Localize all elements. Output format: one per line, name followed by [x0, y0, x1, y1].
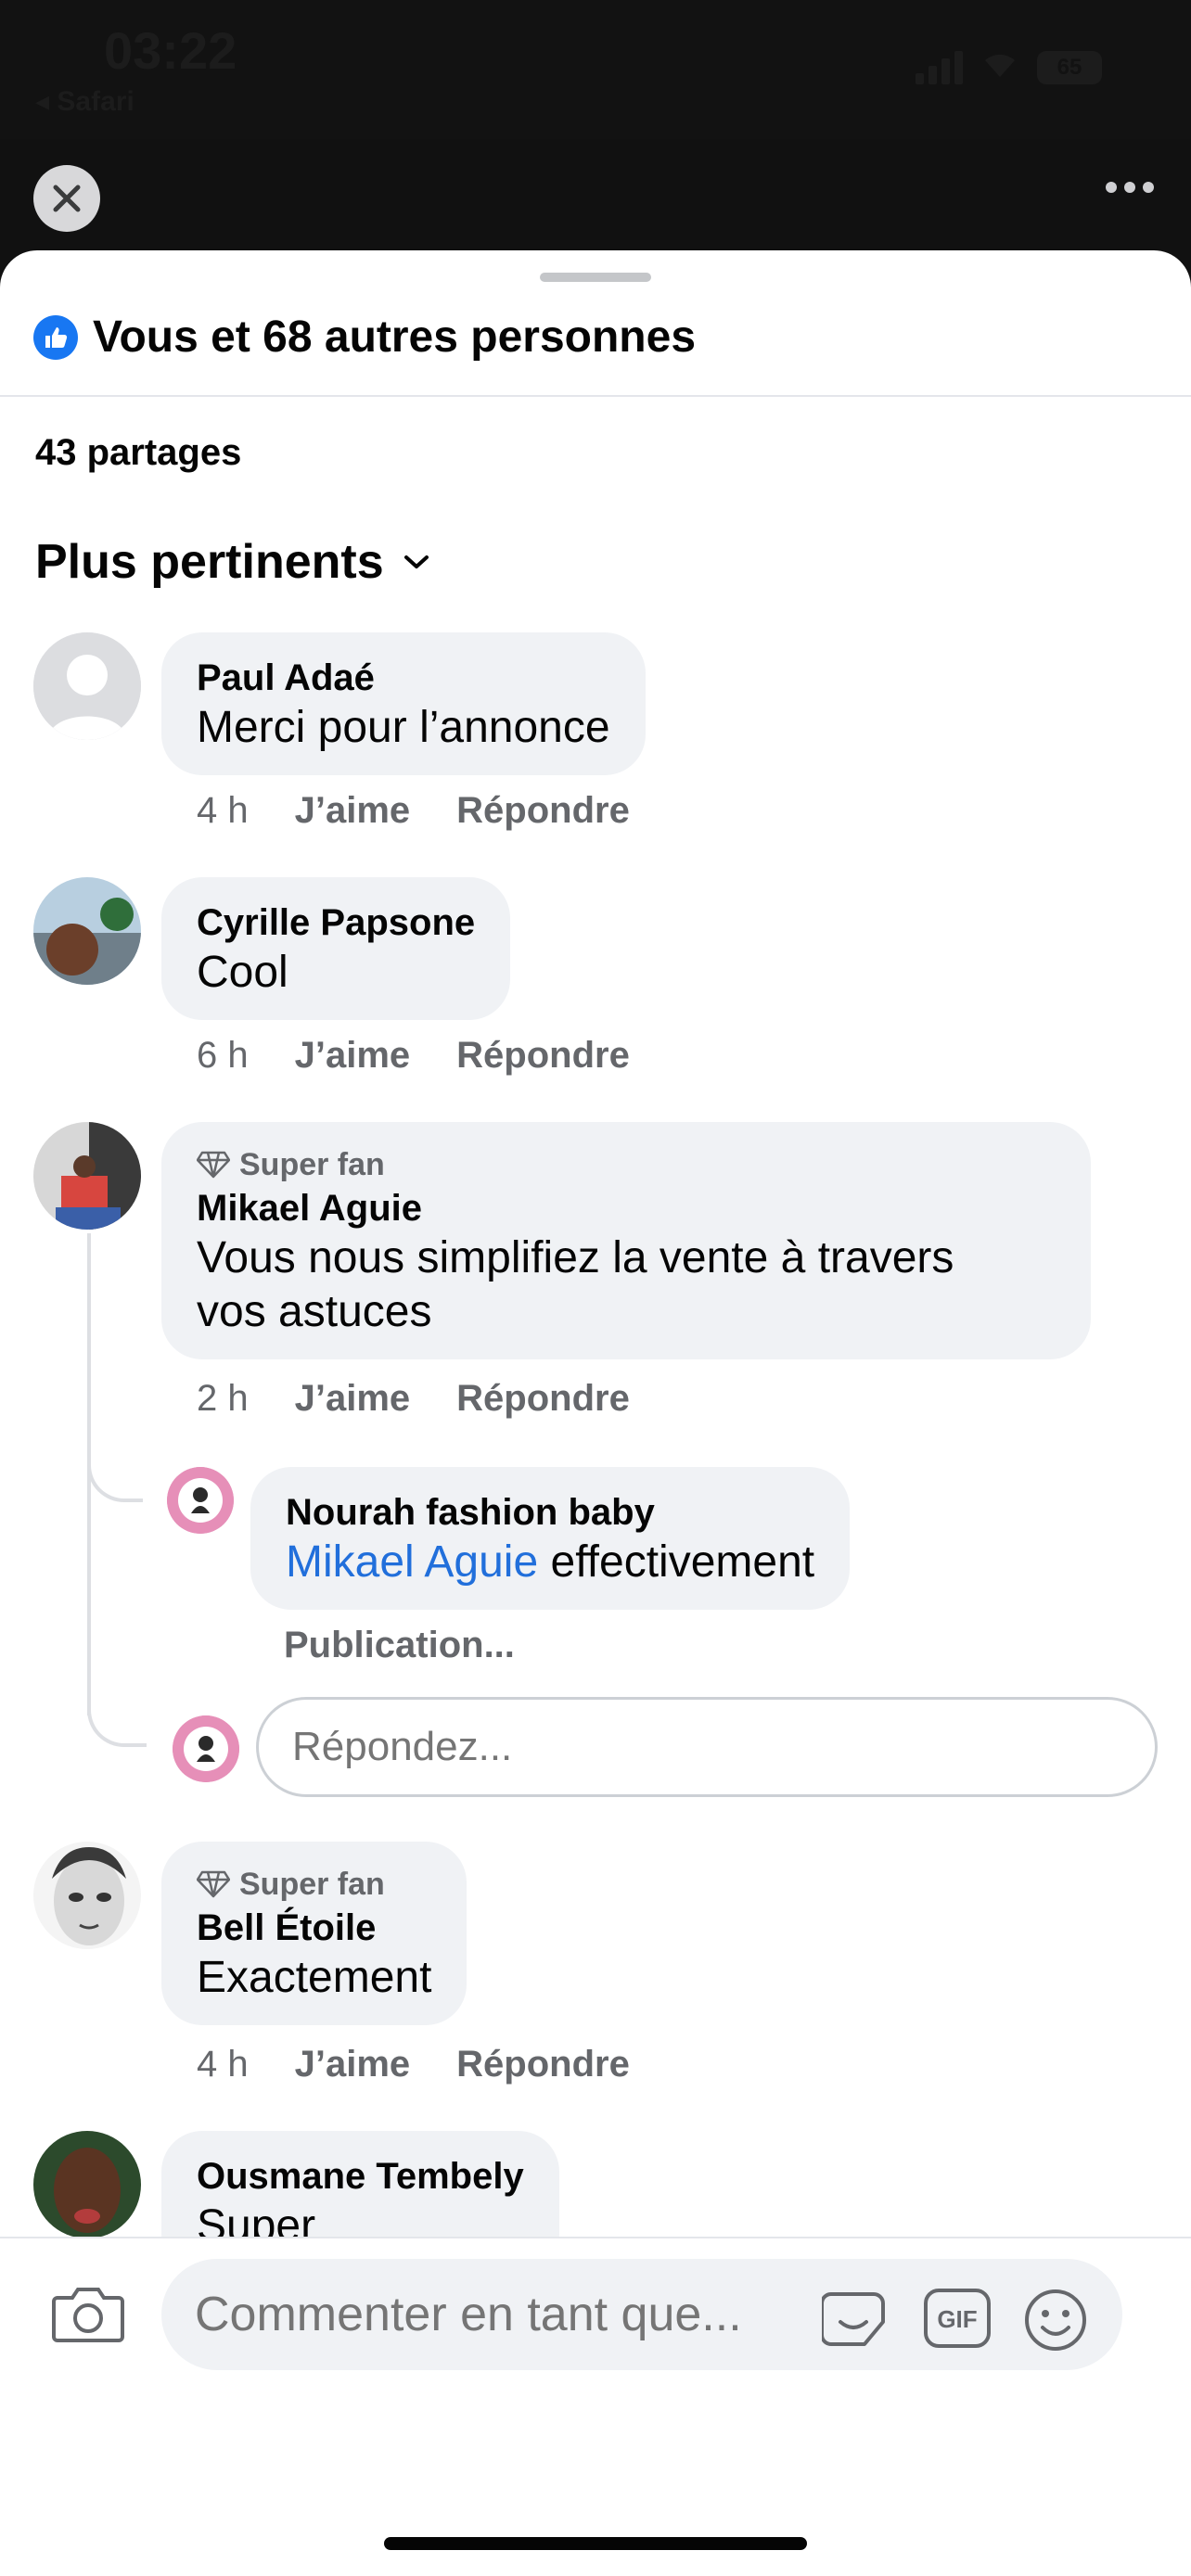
shares-count[interactable]: 43 partages [35, 432, 241, 474]
like-button[interactable]: J’aime [295, 1378, 411, 1420]
camera-icon [52, 2288, 124, 2342]
mention-link[interactable]: Mikael Aguie [286, 1537, 538, 1587]
comment-bubble[interactable]: Paul Adaé Merci pour l’annonce [161, 632, 646, 775]
comment-time[interactable]: 2 h [197, 1378, 249, 1420]
emoji-icon [1025, 2289, 1086, 2351]
comment-text-line2: vos astuces [197, 1287, 432, 1336]
reply-button[interactable]: Répondre [456, 1035, 630, 1077]
status-icons: 65 [916, 48, 1102, 87]
gif-button[interactable]: GIF [922, 2287, 992, 2354]
avatar-sticker-button[interactable] [820, 2287, 892, 2354]
default-avatar-icon [33, 632, 141, 740]
like-button[interactable]: J’aime [295, 790, 411, 832]
home-indicator[interactable] [384, 2537, 807, 2550]
comment-actions: 4 h J’aime Répondre [197, 2044, 630, 2085]
reply-button[interactable]: Répondre [456, 2044, 630, 2085]
svg-text:GIF: GIF [937, 2305, 977, 2333]
reply-bubble[interactable]: Nourah fashion baby Mikael Aguie effecti… [250, 1467, 851, 1610]
comment-actions: 2 h J’aime Répondre [197, 1378, 630, 1420]
profile-photo [33, 877, 141, 985]
wifi-icon [981, 48, 1018, 87]
gif-icon: GIF [924, 2289, 991, 2348]
brand-avatar [167, 1467, 234, 1534]
reply-author[interactable]: Nourah fashion baby [286, 1489, 814, 1536]
comment-time[interactable]: 4 h [197, 790, 249, 832]
camera-button[interactable] [52, 2285, 124, 2349]
publishing-status: Publication... [284, 1625, 515, 1665]
comment-text: Exactement [197, 1953, 432, 2002]
status-bar: 03:22 ◂ Safari 65 [0, 0, 1191, 139]
current-user-avatar [173, 1715, 239, 1782]
comment-box[interactable]: GIF [161, 2259, 1122, 2370]
sheet-grabber[interactable] [540, 273, 651, 282]
more-options-button[interactable] [1106, 182, 1154, 193]
comment-text: Merci pour l’annonce [197, 703, 610, 752]
diamond-icon [197, 1870, 230, 1898]
comment-author[interactable]: Ousmane Tembely [197, 2153, 524, 2200]
comment-bubble[interactable]: Super fan Bell Étoile Exactement [161, 1842, 467, 2025]
comment-input[interactable] [195, 2259, 826, 2370]
reply-input[interactable] [256, 1697, 1158, 1797]
close-button[interactable] [33, 165, 100, 232]
profile-photo [33, 2131, 141, 2238]
super-fan-label: Super fan [239, 1867, 385, 1902]
like-button[interactable]: J’aime [295, 2044, 411, 2085]
avatar[interactable] [33, 1842, 141, 1949]
comment-bubble[interactable]: Super fan Mikael Aguie Vous nous simplif… [161, 1122, 1091, 1359]
reply-status: Publication... [284, 1625, 515, 1666]
diamond-icon [197, 1151, 230, 1179]
reply-button[interactable]: Répondre [456, 790, 630, 832]
avatar[interactable] [167, 1467, 234, 1534]
like-reaction-icon [33, 314, 78, 360]
emoji-button[interactable] [1022, 2287, 1089, 2358]
like-button[interactable]: J’aime [295, 1035, 411, 1077]
comment-time[interactable]: 6 h [197, 1035, 249, 1077]
sort-dropdown[interactable]: Plus pertinents [35, 534, 430, 590]
comment-actions: 6 h J’aime Répondre [197, 1035, 630, 1077]
signal-icon [916, 51, 963, 84]
comment-composer: GIF [0, 2237, 1191, 2576]
battery-icon: 65 [1037, 51, 1102, 84]
status-time: 03:22 [104, 21, 237, 80]
comment-bubble[interactable]: Cyrille Papsone Cool [161, 877, 511, 1020]
comment-author[interactable]: Paul Adaé [197, 655, 610, 701]
back-to-safari-link[interactable]: ◂ Safari [35, 85, 134, 118]
super-fan-label: Super fan [239, 1147, 385, 1182]
comment-author[interactable]: Cyrille Papsone [197, 899, 475, 946]
comment-author[interactable]: Bell Étoile [197, 1905, 431, 1951]
comment-actions: 4 h J’aime Répondre [197, 790, 630, 832]
reply-text: Mikael Aguie effectivement [286, 1537, 815, 1587]
avatar[interactable] [33, 2131, 141, 2238]
chevron-down-icon [403, 555, 429, 568]
avatar[interactable] [33, 632, 141, 740]
avatar[interactable] [33, 1122, 141, 1230]
comment-time[interactable]: 4 h [197, 2044, 249, 2085]
comment-text: Cool [197, 948, 288, 997]
close-icon [53, 185, 81, 212]
more-icon [1106, 182, 1117, 193]
profile-photo [33, 1842, 141, 1949]
reactions-text: Vous et 68 autres personnes [93, 312, 697, 362]
super-fan-badge: Super fan [197, 1144, 1056, 1185]
divider [0, 395, 1191, 397]
profile-photo [33, 1122, 141, 1230]
avatar-sticker-icon [820, 2292, 885, 2346]
super-fan-badge: Super fan [197, 1864, 431, 1905]
reply-button[interactable]: Répondre [456, 1378, 630, 1420]
comment-author[interactable]: Mikael Aguie [197, 1185, 1056, 1231]
comment-text-line1: Vous nous simplifiez la vente à travers [197, 1233, 954, 1282]
sort-label: Plus pertinents [35, 535, 384, 589]
reactions-summary[interactable]: Vous et 68 autres personnes [33, 312, 696, 363]
avatar[interactable] [33, 877, 141, 985]
